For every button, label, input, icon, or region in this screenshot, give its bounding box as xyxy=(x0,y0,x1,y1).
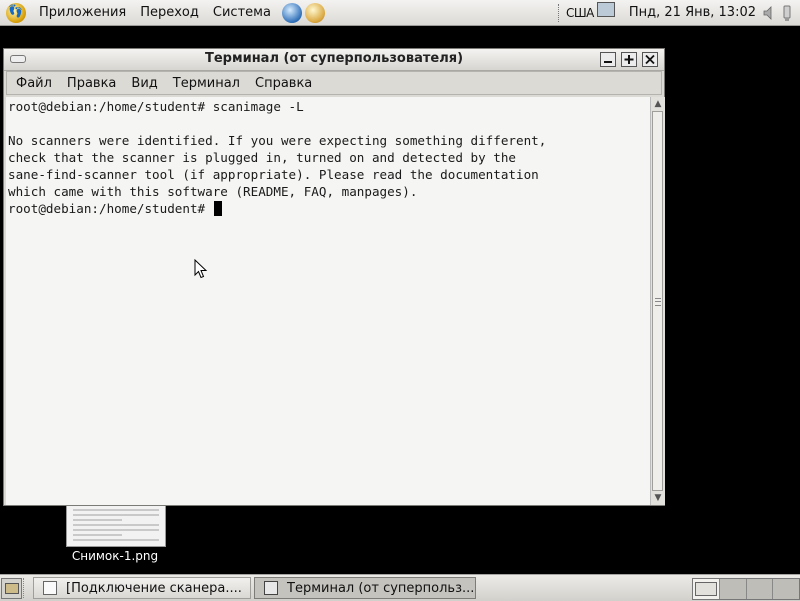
minimize-button[interactable] xyxy=(600,52,616,67)
top-panel: Приложения Переход Система США Пнд, 21 Я… xyxy=(0,0,800,26)
panel-separator xyxy=(557,3,562,22)
maximize-button[interactable] xyxy=(621,52,637,67)
bottom-panel: [Подключение сканера.... Терминал (от су… xyxy=(0,574,800,601)
taskbar-button-active[interactable]: Терминал (от суперпольз... xyxy=(254,577,476,599)
network-monitor-icon[interactable] xyxy=(596,2,615,17)
menu-file[interactable]: Файл xyxy=(7,76,58,91)
workspace-1[interactable] xyxy=(693,579,720,599)
terminal-line: root@debian:/home/student# scanimage -L xyxy=(8,99,304,114)
menu-system[interactable]: Система xyxy=(206,5,278,20)
terminal-line: which came with this software (README, F… xyxy=(8,184,418,199)
terminal-icon xyxy=(264,581,278,595)
terminal-window: Терминал (от суперпользователя) Файл Пра… xyxy=(3,48,665,506)
document-icon xyxy=(43,581,57,595)
menu-applications[interactable]: Приложения xyxy=(32,5,133,20)
window-title: Терминал (от суперпользователя) xyxy=(204,51,464,66)
terminal-line: No scanners were identified. If you were… xyxy=(8,133,547,148)
menu-help[interactable]: Справка xyxy=(246,76,318,91)
clock[interactable]: Пнд, 21 Янв, 13:02 xyxy=(629,5,756,20)
workspace-4[interactable] xyxy=(773,579,799,599)
keyboard-layout-indicator[interactable]: США xyxy=(566,6,594,20)
show-desktop-icon[interactable] xyxy=(1,578,22,599)
desktop-file-label[interactable]: Снимок-1.png xyxy=(60,549,170,563)
terminal-line: sane-find-scanner tool (if appropriate).… xyxy=(8,167,539,182)
gnome-foot-icon[interactable] xyxy=(6,2,26,23)
taskbar-button-label: Терминал (от суперпольз... xyxy=(287,580,475,596)
text-cursor xyxy=(213,201,222,216)
menu-edit[interactable]: Правка xyxy=(58,76,122,91)
taskbar-button-label: [Подключение сканера.... xyxy=(66,580,242,596)
menubar: Файл Правка Вид Терминал Справка xyxy=(6,71,662,95)
workspace-2[interactable] xyxy=(719,579,747,599)
terminal-prompt: root@debian:/home/student# xyxy=(8,201,213,216)
close-button[interactable] xyxy=(642,52,658,67)
scroll-down-arrow-icon[interactable]: ▼ xyxy=(651,491,665,505)
workspace-switcher xyxy=(692,578,800,600)
panel-handle xyxy=(23,578,27,598)
mail-client-icon[interactable] xyxy=(304,2,325,23)
taskbar-button[interactable]: [Подключение сканера.... xyxy=(33,577,251,599)
menu-view[interactable]: Вид xyxy=(122,76,163,91)
mouse-pointer-icon xyxy=(194,259,208,279)
window-titlebar[interactable]: Терминал (от суперпользователя) xyxy=(4,49,664,71)
system-tray: США Пнд, 21 Янв, 13:02 xyxy=(557,0,800,25)
power-icon[interactable] xyxy=(778,4,796,22)
scrollbar-thumb[interactable] xyxy=(652,111,663,491)
workspace-3[interactable] xyxy=(746,579,774,599)
volume-icon[interactable] xyxy=(762,5,776,21)
scroll-up-arrow-icon[interactable]: ▲ xyxy=(651,97,665,111)
desktop-file-thumbnail[interactable] xyxy=(66,506,166,547)
menu-terminal[interactable]: Терминал xyxy=(164,76,246,91)
terminal-line: check that the scanner is plugged in, tu… xyxy=(8,150,516,165)
web-browser-icon[interactable] xyxy=(281,2,302,23)
vertical-scrollbar[interactable]: ▲ ▼ xyxy=(650,97,665,505)
menu-places[interactable]: Переход xyxy=(133,5,206,20)
terminal-prompt-line: root@debian:/home/student# xyxy=(8,200,650,217)
terminal-output[interactable]: root@debian:/home/student# scanimage -L … xyxy=(6,97,650,505)
scrollbar-grip-icon xyxy=(655,298,661,306)
